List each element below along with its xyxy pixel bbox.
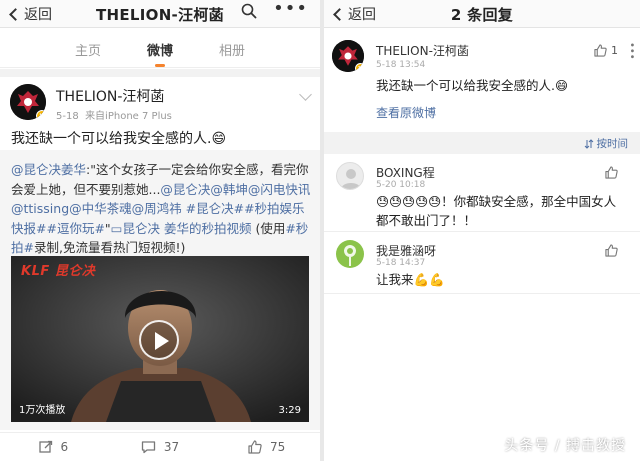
watermark: 头条号 / 搏击教授 xyxy=(504,438,626,454)
thumbs-up-icon xyxy=(594,44,607,57)
sort-by-time-button[interactable]: 按时间 xyxy=(584,136,629,151)
repost-link[interactable]: ▭昆仑决 姜华的秒拍视频 xyxy=(111,221,252,236)
comment-button[interactable]: 37 xyxy=(107,433,214,461)
repost-link[interactable]: @昆仑决姜华 xyxy=(11,162,86,177)
reply-text: 让我来💪💪 xyxy=(376,272,445,287)
page-title: 2 条回复 xyxy=(450,6,514,24)
post-actions: 6 37 75 xyxy=(0,432,320,461)
repost-text-segment: 录制,免流量看热门短视频!) xyxy=(33,240,186,255)
search-icon[interactable] xyxy=(241,3,257,19)
tab-album[interactable]: 相册 xyxy=(219,28,245,67)
repost-text-segment: (使用 xyxy=(251,220,286,236)
post-username[interactable]: THELION-汪柯菡 xyxy=(56,86,164,106)
reply-item: 我是雅涵呀 5-18 14:37 让我来💪💪 xyxy=(324,232,640,294)
more-options-icon[interactable]: ••• xyxy=(626,42,637,60)
like-button[interactable] xyxy=(605,166,618,179)
default-avatar-icon xyxy=(341,169,361,189)
thumbs-up-icon xyxy=(605,244,618,257)
repost-icon xyxy=(38,440,52,453)
reply-username[interactable]: BOXING程 xyxy=(376,164,435,181)
replies-panel: 返回 2 条回复 v THELION-汪柯菡 5-18 13:54 我还缺一个可… xyxy=(324,0,640,461)
thumbs-up-icon xyxy=(605,166,618,179)
reply-username[interactable]: 我是雅涵呀 xyxy=(376,242,436,259)
reply-text: 😓😓😓😓😓！你都缺安全感，那全中国女人都不敢出门了！！ xyxy=(376,194,617,228)
repost-count: 6 xyxy=(60,440,69,454)
like-count: 75 xyxy=(270,440,286,454)
video-brand-logo: KLF 昆仑决 xyxy=(21,264,96,279)
avatar[interactable] xyxy=(336,240,364,268)
divider xyxy=(0,69,320,77)
chevron-down-icon[interactable] xyxy=(299,88,312,101)
navbar: 返回 THELION-汪柯菡 ••• xyxy=(0,0,320,28)
thumbs-up-icon xyxy=(248,440,262,454)
comment-time: 5-18 13:54 xyxy=(376,60,426,70)
navbar: 返回 2 条回复 xyxy=(324,0,640,28)
replies-sort-bar: 按时间 xyxy=(324,132,640,154)
post-date: 5-18 xyxy=(56,111,79,122)
avatar[interactable]: v xyxy=(10,84,46,120)
post-meta: 5-18 来自iPhone 7 Plus xyxy=(56,107,172,122)
reply-time: 5-20 10:18 xyxy=(376,180,426,190)
like-count: 1 xyxy=(611,44,618,57)
comment-text: 我还缺一个可以给我安全感的人.😄 xyxy=(376,78,569,93)
video-player[interactable]: KLF 昆仑决 1万次播放 3:29 xyxy=(11,256,309,422)
tab-weibo[interactable]: 微博 xyxy=(147,28,173,67)
like-button[interactable]: 75 xyxy=(213,433,320,461)
like-button[interactable]: 1 xyxy=(594,44,618,57)
like-button[interactable] xyxy=(605,244,618,257)
post-source: 来自iPhone 7 Plus xyxy=(85,111,172,122)
repost-button[interactable]: 6 xyxy=(0,433,107,461)
post-text: 我还缺一个可以给我安全感的人.😄 xyxy=(11,131,227,147)
avatar[interactable] xyxy=(336,162,364,190)
avatar[interactable]: v xyxy=(332,40,364,72)
repost-text: @昆仑决姜华:"这个女孩子一定会给你安全感，看完你会爱上她，但不要别惹她...@… xyxy=(11,160,311,258)
video-duration: 3:29 xyxy=(278,405,301,416)
verified-badge-icon: v xyxy=(355,63,364,72)
comment-username[interactable]: THELION-汪柯菡 xyxy=(376,42,469,59)
post-header: v THELION-汪柯菡 5-18 来自iPhone 7 Plus xyxy=(10,84,312,124)
more-options-icon[interactable]: ••• xyxy=(273,0,308,18)
view-original-link[interactable]: 查看原微博 xyxy=(376,104,436,121)
comment-count: 37 xyxy=(163,440,180,454)
main-comment: v THELION-汪柯菡 5-18 13:54 我还缺一个可以给我安全感的人.… xyxy=(324,36,640,132)
verified-badge-icon: v xyxy=(36,110,46,120)
play-icon[interactable] xyxy=(139,320,179,360)
sort-icon xyxy=(584,138,593,149)
profile-feed-panel: 返回 THELION-汪柯菡 ••• 主页 微博 相册 v THELION-汪柯… xyxy=(0,0,320,461)
reply-item: BOXING程 5-20 10:18 😓😓😓😓😓！你都缺安全感，那全中国女人都不… xyxy=(324,154,640,232)
comment-icon xyxy=(141,441,156,454)
lollipop-avatar-icon xyxy=(344,245,356,266)
video-views: 1万次播放 xyxy=(19,405,66,416)
profile-tabs: 主页 微博 相册 xyxy=(0,28,320,68)
tab-home[interactable]: 主页 xyxy=(75,28,101,67)
sort-label: 按时间 xyxy=(596,138,629,150)
reply-time: 5-18 14:37 xyxy=(376,258,426,268)
